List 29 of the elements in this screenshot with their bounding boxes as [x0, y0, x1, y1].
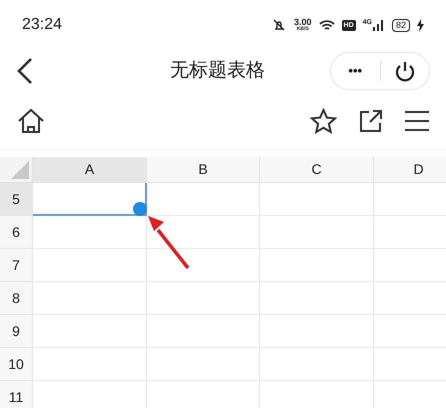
wifi-icon [318, 18, 335, 32]
home-icon[interactable] [17, 108, 45, 134]
row-header[interactable]: 8 [0, 282, 33, 315]
power-icon [394, 60, 416, 82]
menu-icon[interactable] [405, 110, 429, 132]
back-icon[interactable] [16, 57, 34, 85]
status-time: 23:24 [22, 15, 62, 35]
column-header[interactable]: A [33, 157, 147, 183]
column-header[interactable]: C [260, 157, 374, 183]
signal-icon [372, 19, 385, 31]
row-header[interactable]: 11 [0, 381, 33, 408]
star-icon[interactable] [310, 108, 337, 134]
row-header[interactable]: 7 [0, 249, 33, 282]
column-header[interactable]: B [147, 157, 260, 183]
charging-icon [417, 18, 424, 32]
corner-cell[interactable] [0, 157, 33, 183]
row-header[interactable]: 10 [0, 348, 33, 381]
arrow-tooltip [146, 213, 192, 271]
row-header[interactable]: 6 [0, 216, 33, 249]
network-speed: 3.00 [294, 18, 312, 27]
row-header[interactable]: 5 [0, 183, 33, 216]
selection-handle[interactable] [133, 202, 147, 216]
mute-icon [270, 18, 287, 32]
share-icon[interactable] [359, 108, 383, 132]
more-button[interactable]: ••• [331, 61, 380, 81]
page-title: 无标题表格 [170, 58, 265, 83]
battery-indicator: 82 [392, 18, 410, 32]
row-header[interactable]: 9 [0, 315, 33, 348]
triangle-icon [11, 161, 29, 179]
